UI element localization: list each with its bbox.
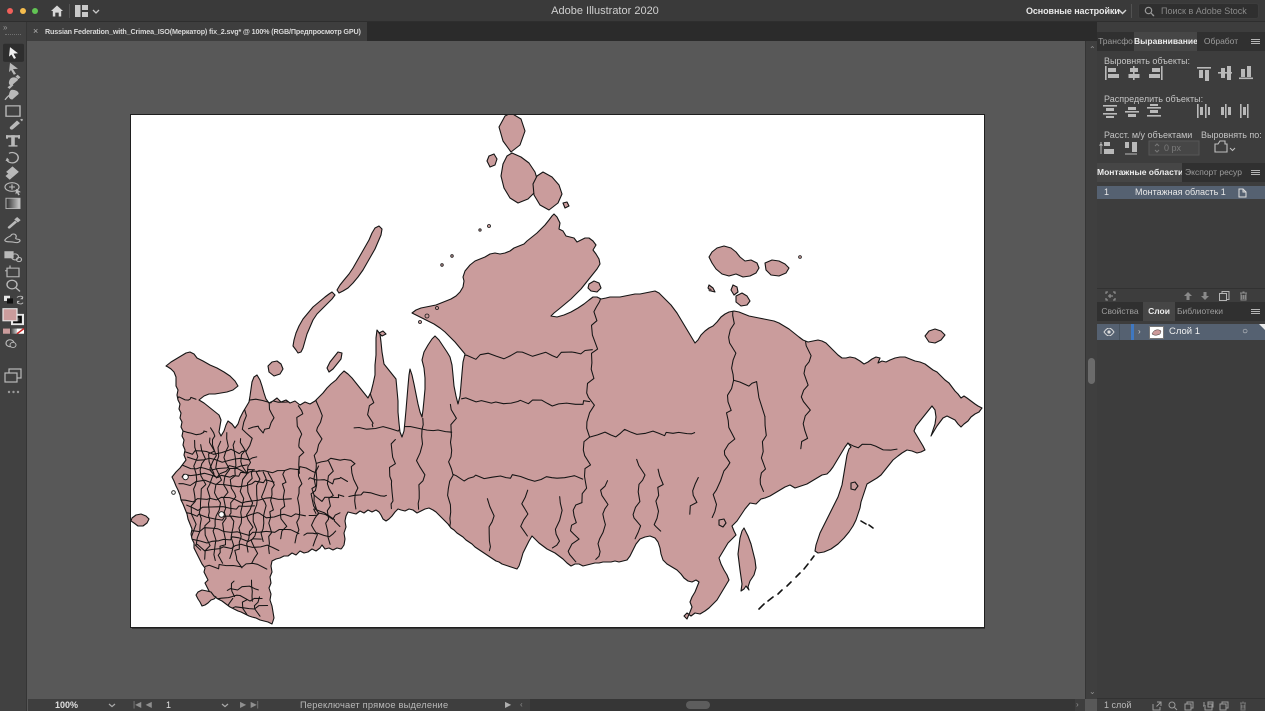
svg-text:0 px: 0 px — [1164, 143, 1182, 153]
